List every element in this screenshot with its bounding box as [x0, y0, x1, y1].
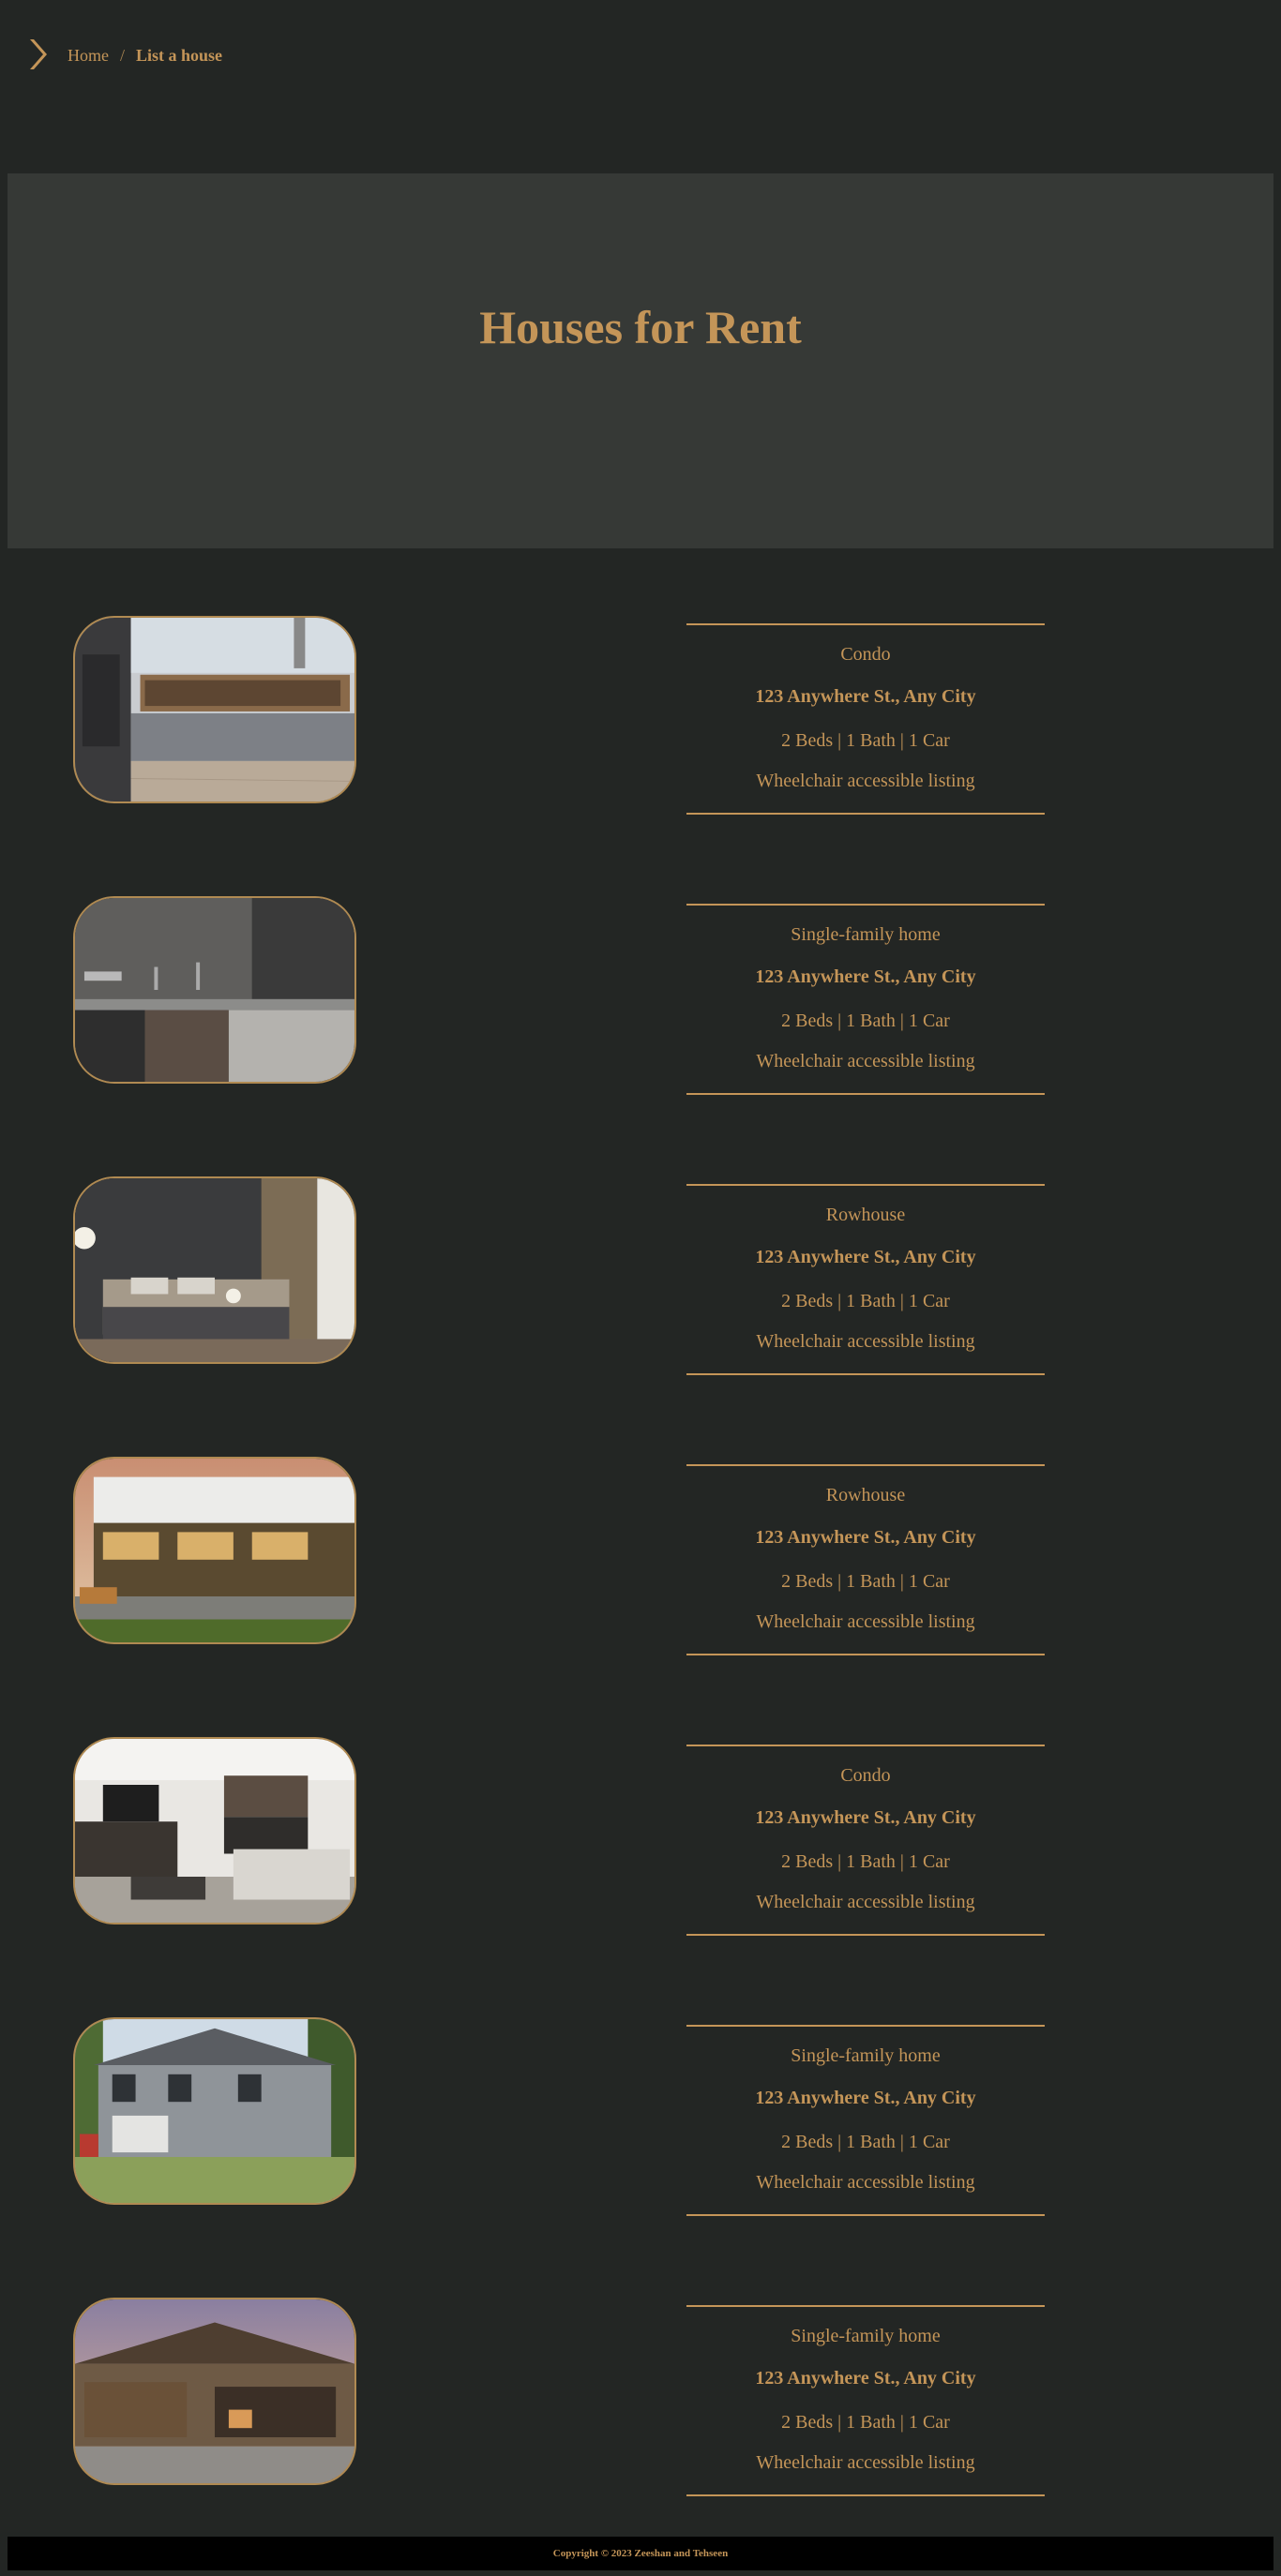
top-navigation: Home / List a house [0, 0, 1281, 112]
listing-type: Condo [840, 644, 891, 665]
listing-card[interactable]: Condo 123 Anywhere St., Any City 2 Beds … [0, 616, 1281, 815]
listing-address: 123 Anywhere St., Any City [755, 686, 976, 707]
listing-info: Single-family home 123 Anywhere St., Any… [686, 2025, 1045, 2216]
breadcrumb-separator: / [120, 46, 126, 65]
rowhouse-exterior-photo[interactable] [73, 1457, 356, 1644]
listing-type: Rowhouse [825, 1205, 906, 1225]
listing-type: Condo [840, 1765, 891, 1786]
listing-info: Condo 123 Anywhere St., Any City 2 Beds … [686, 623, 1045, 815]
listing-card[interactable]: Single-family home 123 Anywhere St., Any… [0, 2298, 1281, 2496]
listing-card[interactable]: Rowhouse 123 Anywhere St., Any City 2 Be… [0, 1457, 1281, 1655]
listing-specs: 2 Beds | 1 Bath | 1 Car [781, 1851, 950, 1872]
listing-address: 123 Anywhere St., Any City [755, 2088, 976, 2108]
listing-specs: 2 Beds | 1 Bath | 1 Car [781, 2132, 950, 2152]
nav-list-house-link[interactable]: List a house [136, 46, 222, 66]
living-room-photo[interactable] [73, 1737, 356, 1925]
hero-banner: Houses for Rent [8, 173, 1273, 548]
page-title: Houses for Rent [479, 301, 802, 353]
listing-specs: 2 Beds | 1 Bath | 1 Car [781, 1291, 950, 1311]
listing-address: 123 Anywhere St., Any City [755, 1527, 976, 1548]
listing-specs: 2 Beds | 1 Bath | 1 Car [781, 730, 950, 751]
listing-address: 123 Anywhere St., Any City [755, 2368, 976, 2389]
listing-accessibility: Wheelchair accessible listing [756, 1892, 975, 1912]
nav-home-link[interactable]: Home [68, 46, 109, 66]
listing-accessibility: Wheelchair accessible listing [756, 2452, 975, 2473]
listing-info: Single-family home 123 Anywhere St., Any… [686, 904, 1045, 1095]
listing-specs: 2 Beds | 1 Bath | 1 Car [781, 1571, 950, 1592]
house-dusk-photo[interactable] [73, 2298, 356, 2485]
breadcrumb: Home / List a house [68, 46, 222, 66]
kitchen-photo[interactable] [73, 616, 356, 803]
listing-card[interactable]: Single-family home 123 Anywhere St., Any… [0, 2017, 1281, 2216]
listing-info: Single-family home 123 Anywhere St., Any… [686, 2305, 1045, 2496]
listing-address: 123 Anywhere St., Any City [755, 966, 976, 987]
listing-accessibility: Wheelchair accessible listing [756, 1331, 975, 1352]
listing-type: Single-family home [791, 2045, 941, 2066]
listing-accessibility: Wheelchair accessible listing [756, 2172, 975, 2193]
listing-card[interactable]: Single-family home 123 Anywhere St., Any… [0, 896, 1281, 1095]
dark-kitchen-photo[interactable] [73, 896, 356, 1084]
listing-info: Condo 123 Anywhere St., Any City 2 Beds … [686, 1745, 1045, 1936]
listing-type: Single-family home [791, 924, 941, 945]
listing-info: Rowhouse 123 Anywhere St., Any City 2 Be… [686, 1464, 1045, 1655]
listing-address: 123 Anywhere St., Any City [755, 1807, 976, 1828]
listing-specs: 2 Beds | 1 Bath | 1 Car [781, 1011, 950, 1031]
copyright-text: Copyright © 2023 Zeeshan and Tehseen [552, 2548, 729, 2559]
listing-type: Rowhouse [825, 1485, 906, 1505]
listing-specs: 2 Beds | 1 Bath | 1 Car [781, 2412, 950, 2433]
house-exterior-photo[interactable] [73, 2017, 356, 2205]
chevron-right-icon[interactable] [24, 37, 51, 71]
listing-info: Rowhouse 123 Anywhere St., Any City 2 Be… [686, 1184, 1045, 1375]
footer: Copyright © 2023 Zeeshan and Tehseen [8, 2537, 1273, 2570]
listing-type: Single-family home [791, 2326, 941, 2346]
listing-accessibility: Wheelchair accessible listing [756, 1051, 975, 1071]
listing-address: 123 Anywhere St., Any City [755, 1247, 976, 1267]
listing-card[interactable]: Rowhouse 123 Anywhere St., Any City 2 Be… [0, 1176, 1281, 1375]
listing-card[interactable]: Condo 123 Anywhere St., Any City 2 Beds … [0, 1737, 1281, 1936]
listing-accessibility: Wheelchair accessible listing [756, 771, 975, 791]
bedroom-photo[interactable] [73, 1176, 356, 1364]
listing-accessibility: Wheelchair accessible listing [756, 1611, 975, 1632]
